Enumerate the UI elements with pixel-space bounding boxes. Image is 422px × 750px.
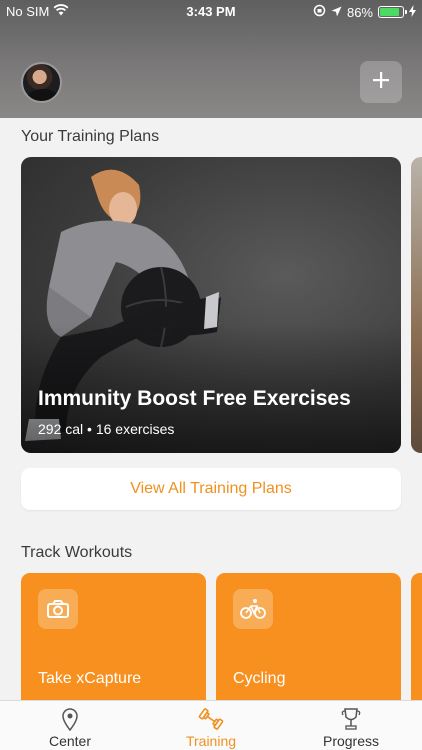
tab-bar: Center Training Progress	[0, 700, 422, 750]
location-arrow-icon	[331, 5, 342, 20]
plan-exercise-count: 16 exercises	[95, 421, 175, 437]
tab-center[interactable]: Center	[20, 707, 120, 749]
training-plan-title: Immunity Boost Free Exercises	[38, 387, 351, 410]
dumbbell-icon	[161, 707, 261, 731]
battery-percent: 86%	[346, 4, 373, 20]
tab-training[interactable]: Training	[161, 707, 261, 749]
user-avatar[interactable]	[21, 62, 62, 103]
trophy-icon	[301, 707, 401, 731]
view-all-training-plans-button[interactable]: View All Training Plans	[21, 468, 401, 510]
workout-label-cycling: Cycling	[233, 670, 286, 687]
tab-label-progress: Progress	[322, 733, 380, 749]
bicycle-icon	[233, 589, 273, 629]
status-bar: No SIM 3:43 PM 86%	[0, 0, 422, 24]
tab-label-training: Training	[185, 733, 237, 749]
workout-card-cycling[interactable]: Cycling	[216, 573, 401, 713]
training-plan-card[interactable]: Immunity Boost Free Exercises 292 cal • …	[21, 157, 401, 453]
next-training-plan-card[interactable]	[411, 157, 422, 453]
track-workouts-title: Track Workouts	[21, 544, 133, 561]
training-plans-title: Your Training Plans	[21, 128, 160, 145]
add-button[interactable]	[360, 61, 402, 103]
charging-bolt-icon	[409, 4, 416, 20]
battery-level	[380, 8, 399, 16]
orientation-lock-icon	[313, 4, 326, 20]
workout-card-xcapture[interactable]: Take xCapture	[21, 573, 206, 713]
tab-progress[interactable]: Progress	[301, 707, 401, 749]
plan-calories: 292 cal	[38, 421, 84, 437]
camera-icon	[38, 589, 78, 629]
plus-icon	[372, 71, 390, 94]
location-pin-icon	[20, 707, 120, 731]
header: No SIM 3:43 PM 86%	[0, 0, 422, 118]
next-workout-card[interactable]	[411, 573, 422, 713]
battery-icon	[378, 6, 407, 18]
training-plan-meta: 292 cal • 16 exercises	[38, 421, 174, 437]
workout-label-xcapture: Take xCapture	[38, 670, 142, 687]
tab-label-center: Center	[48, 733, 92, 749]
meta-separator: •	[87, 421, 92, 437]
